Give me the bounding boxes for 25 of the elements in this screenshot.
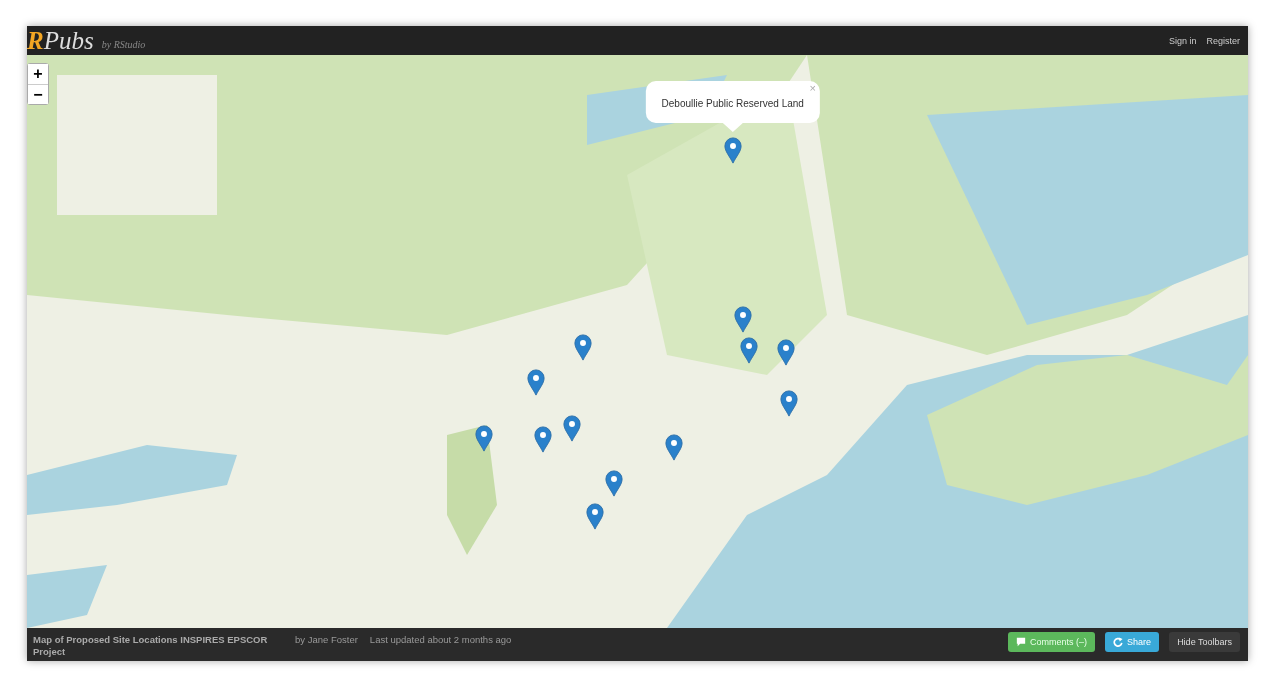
- map-pin-icon[interactable]: [733, 306, 752, 334]
- zoom-out-button[interactable]: −: [28, 84, 48, 104]
- updated-text: Last updated about 2 months ago: [369, 634, 512, 646]
- map-pin-icon[interactable]: [605, 469, 624, 497]
- map-pin-icon[interactable]: [573, 333, 592, 361]
- byline-text: by RStudio: [101, 38, 146, 50]
- map-pin-icon[interactable]: [723, 136, 742, 164]
- map-pin-icon[interactable]: [474, 425, 493, 453]
- author-text: by Jane Foster: [295, 634, 358, 646]
- map-pin-icon[interactable]: [777, 339, 796, 367]
- document-title: Map of Proposed Site Locations INSPIRES EPSCOR Project: [33, 634, 269, 658]
- map-pin-icon[interactable]: [527, 368, 546, 396]
- map-pin-icon[interactable]: [779, 390, 798, 418]
- header-link[interactable]: Register: [1206, 35, 1240, 46]
- map-pin-icon[interactable]: [562, 414, 581, 442]
- popup-text: Deboullie Public Reserved Land: [661, 97, 804, 109]
- map-pin-icon[interactable]: [534, 426, 553, 454]
- map-pin-icon[interactable]: [739, 337, 758, 365]
- share-icon: [1113, 637, 1124, 647]
- toolbar-button[interactable]: Hide Toolbars: [1169, 632, 1240, 652]
- speech-bubble-icon: [1016, 637, 1027, 647]
- header-link[interactable]: Sign in: [1168, 35, 1197, 46]
- rpubs-logo[interactable]: RPubs: [27, 26, 94, 55]
- map-pin-icon[interactable]: [665, 434, 684, 462]
- map-pin-icon[interactable]: [585, 503, 604, 530]
